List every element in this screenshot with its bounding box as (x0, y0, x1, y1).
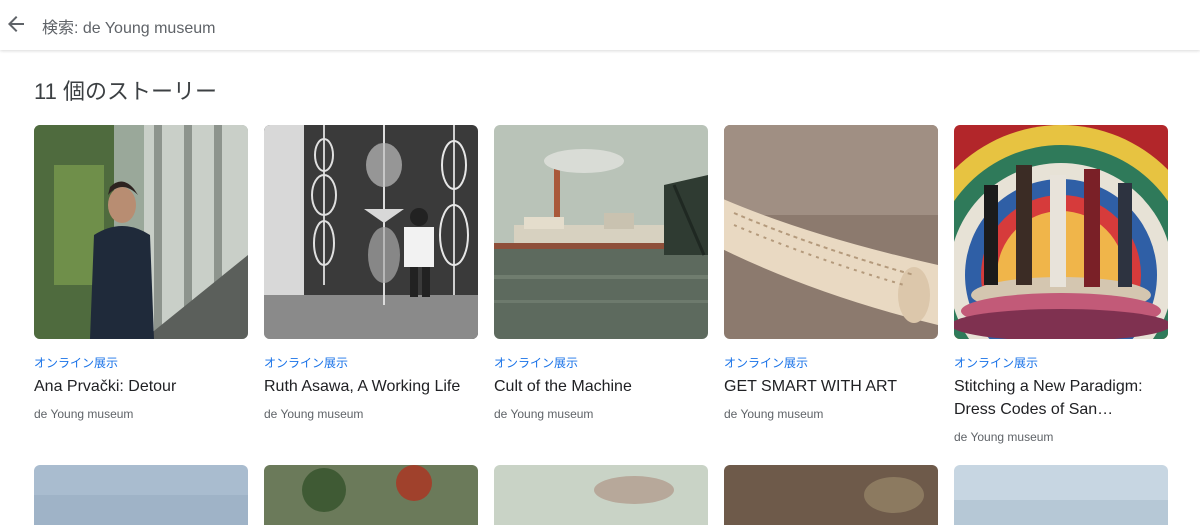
story-category: オンライン展示 (724, 356, 809, 370)
top-bar: 検索: de Young museum (0, 0, 1200, 50)
story-card[interactable]: オンライン展示 Cult of the Machine de Young mus… (494, 125, 708, 421)
story-title[interactable]: Stitching a New Paradigm: Dress Codes of… (954, 375, 1168, 421)
story-thumbnail[interactable] (494, 125, 708, 339)
back-arrow-icon[interactable] (4, 12, 28, 36)
story-source: de Young museum (264, 407, 364, 421)
story-title[interactable]: Ruth Asawa, A Working Life (264, 375, 478, 398)
story-card[interactable]: オンライン展示 GET SMART WITH ART de Young muse… (724, 125, 938, 421)
story-source: de Young museum (494, 407, 594, 421)
story-category: オンライン展示 (494, 356, 579, 370)
story-title[interactable]: Ana Prvački: Detour (34, 375, 248, 398)
story-thumbnail[interactable] (724, 465, 938, 525)
story-card[interactable]: オンライン展示 Ana Prvački: Detour de Young mus… (34, 125, 248, 421)
story-thumbnail[interactable] (954, 125, 1168, 339)
story-card[interactable]: オンライン展示 Ruth Asawa, A Working Life de Yo… (264, 125, 478, 421)
story-card[interactable]: オンライン展示 Stitching a New Paradigm: Dress … (954, 125, 1168, 444)
story-thumbnail[interactable] (264, 125, 478, 339)
search-query[interactable]: 検索: de Young museum (42, 14, 215, 38)
story-title[interactable]: Cult of the Machine (494, 375, 708, 398)
story-category: オンライン展示 (34, 356, 119, 370)
story-thumbnail[interactable] (264, 465, 478, 525)
results-heading: 11 個のストーリー (34, 79, 217, 104)
story-source: de Young museum (954, 430, 1054, 444)
stories-row-2 (34, 465, 1174, 525)
story-thumbnail[interactable] (724, 125, 938, 339)
story-source: de Young museum (724, 407, 824, 421)
story-title[interactable]: GET SMART WITH ART (724, 375, 938, 398)
story-thumbnail[interactable] (34, 125, 248, 339)
story-source: de Young museum (34, 407, 134, 421)
story-thumbnail[interactable] (34, 465, 248, 525)
story-thumbnail[interactable] (494, 465, 708, 525)
story-thumbnail[interactable] (954, 465, 1168, 525)
story-category: オンライン展示 (954, 356, 1039, 370)
story-category: オンライン展示 (264, 356, 349, 370)
